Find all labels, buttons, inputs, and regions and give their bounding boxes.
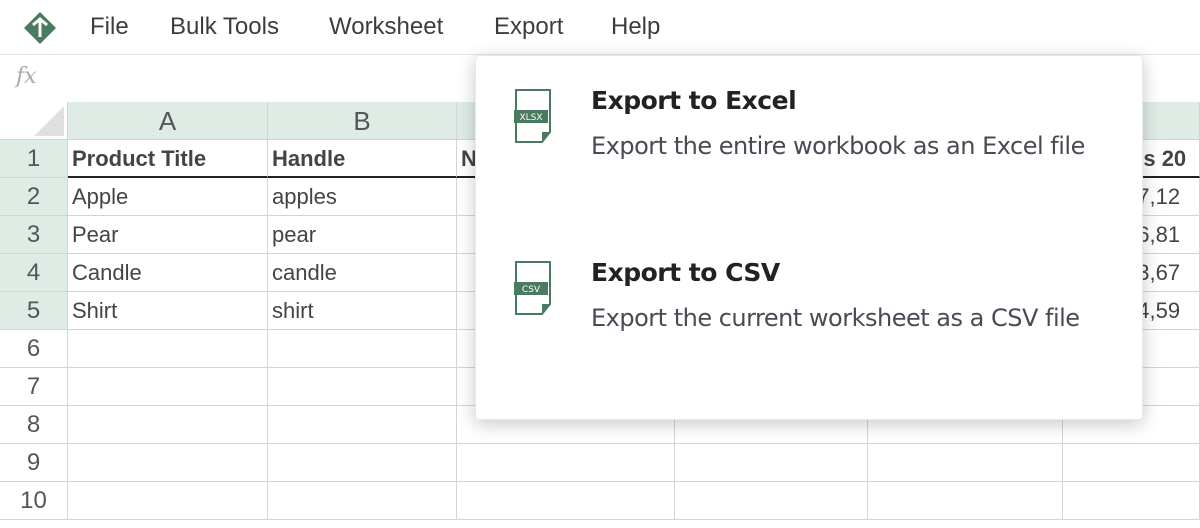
row-header-1[interactable]: 1	[0, 140, 68, 178]
table-cell[interactable]: shirt	[268, 292, 457, 330]
table-cell[interactable]: pear	[268, 216, 457, 254]
table-cell[interactable]	[68, 406, 268, 444]
table-cell[interactable]	[68, 330, 268, 368]
table-cell[interactable]	[268, 368, 457, 406]
export-csv-title: Export to CSV	[591, 258, 780, 287]
table-cell[interactable]: Shirt	[68, 292, 268, 330]
export-excel-title: Export to Excel	[591, 86, 797, 115]
menu-file[interactable]: File	[90, 13, 129, 41]
export-csv-description: Export the current worksheet as a CSV fi…	[591, 304, 1080, 332]
header-cell[interactable]: Product Title	[68, 140, 268, 178]
column-header-A[interactable]: A	[68, 102, 268, 140]
table-cell[interactable]	[868, 482, 1063, 520]
csv-badge: CSV	[522, 285, 541, 295]
table-cell[interactable]	[268, 482, 457, 520]
row-header-4[interactable]: 4	[0, 254, 68, 292]
table-cell[interactable]	[268, 330, 457, 368]
row-header-8[interactable]: 8	[0, 406, 68, 444]
export-excel-option[interactable]: XLSX Export to Excel Export the entire w…	[476, 86, 1142, 236]
xlsx-file-icon: XLSX	[514, 89, 551, 143]
corner-triangle-icon	[34, 106, 64, 136]
table-cell[interactable]	[268, 444, 457, 482]
table-cell[interactable]	[68, 482, 268, 520]
xlsx-badge: XLSX	[519, 113, 542, 123]
table-cell[interactable]	[675, 482, 868, 520]
row-header-3[interactable]: 3	[0, 216, 68, 254]
table-cell[interactable]	[68, 368, 268, 406]
table-cell[interactable]	[1063, 444, 1200, 482]
table-cell[interactable]: Candle	[68, 254, 268, 292]
export-excel-description: Export the entire workbook as an Excel f…	[591, 132, 1085, 160]
table-cell[interactable]	[868, 444, 1063, 482]
header-cell[interactable]: Handle	[268, 140, 457, 178]
row-header-2[interactable]: 2	[0, 178, 68, 216]
row-header-7[interactable]: 7	[0, 368, 68, 406]
table-cell[interactable]	[1063, 482, 1200, 520]
row-header-6[interactable]: 6	[0, 330, 68, 368]
table-cell[interactable]: Apple	[68, 178, 268, 216]
menu-bulk-tools[interactable]: Bulk Tools	[170, 13, 279, 41]
table-cell[interactable]: apples	[268, 178, 457, 216]
table-cell[interactable]	[268, 406, 457, 444]
select-all-corner[interactable]	[0, 102, 68, 140]
row-header-5[interactable]: 5	[0, 292, 68, 330]
csv-file-icon: CSV	[514, 261, 551, 315]
table-cell[interactable]: Pear	[68, 216, 268, 254]
fx-icon: fx	[16, 64, 37, 89]
export-dropdown: XLSX Export to Excel Export the entire w…	[475, 55, 1143, 420]
table-cell[interactable]	[457, 482, 675, 520]
menu-export[interactable]: Export	[494, 13, 563, 41]
row-header-10[interactable]: 10	[0, 482, 68, 520]
column-header-B[interactable]: B	[268, 102, 457, 140]
menu-worksheet[interactable]: Worksheet	[329, 13, 443, 41]
menu-bar: File Bulk Tools Worksheet Export Help	[0, 0, 1200, 55]
app-logo-icon[interactable]	[22, 10, 58, 46]
export-csv-option[interactable]: CSV Export to CSV Export the current wor…	[476, 258, 1142, 408]
menu-help[interactable]: Help	[611, 13, 660, 41]
table-cell[interactable]	[68, 444, 268, 482]
row-header-9[interactable]: 9	[0, 444, 68, 482]
table-cell[interactable]	[457, 444, 675, 482]
table-cell[interactable]: candle	[268, 254, 457, 292]
table-cell[interactable]	[675, 444, 868, 482]
